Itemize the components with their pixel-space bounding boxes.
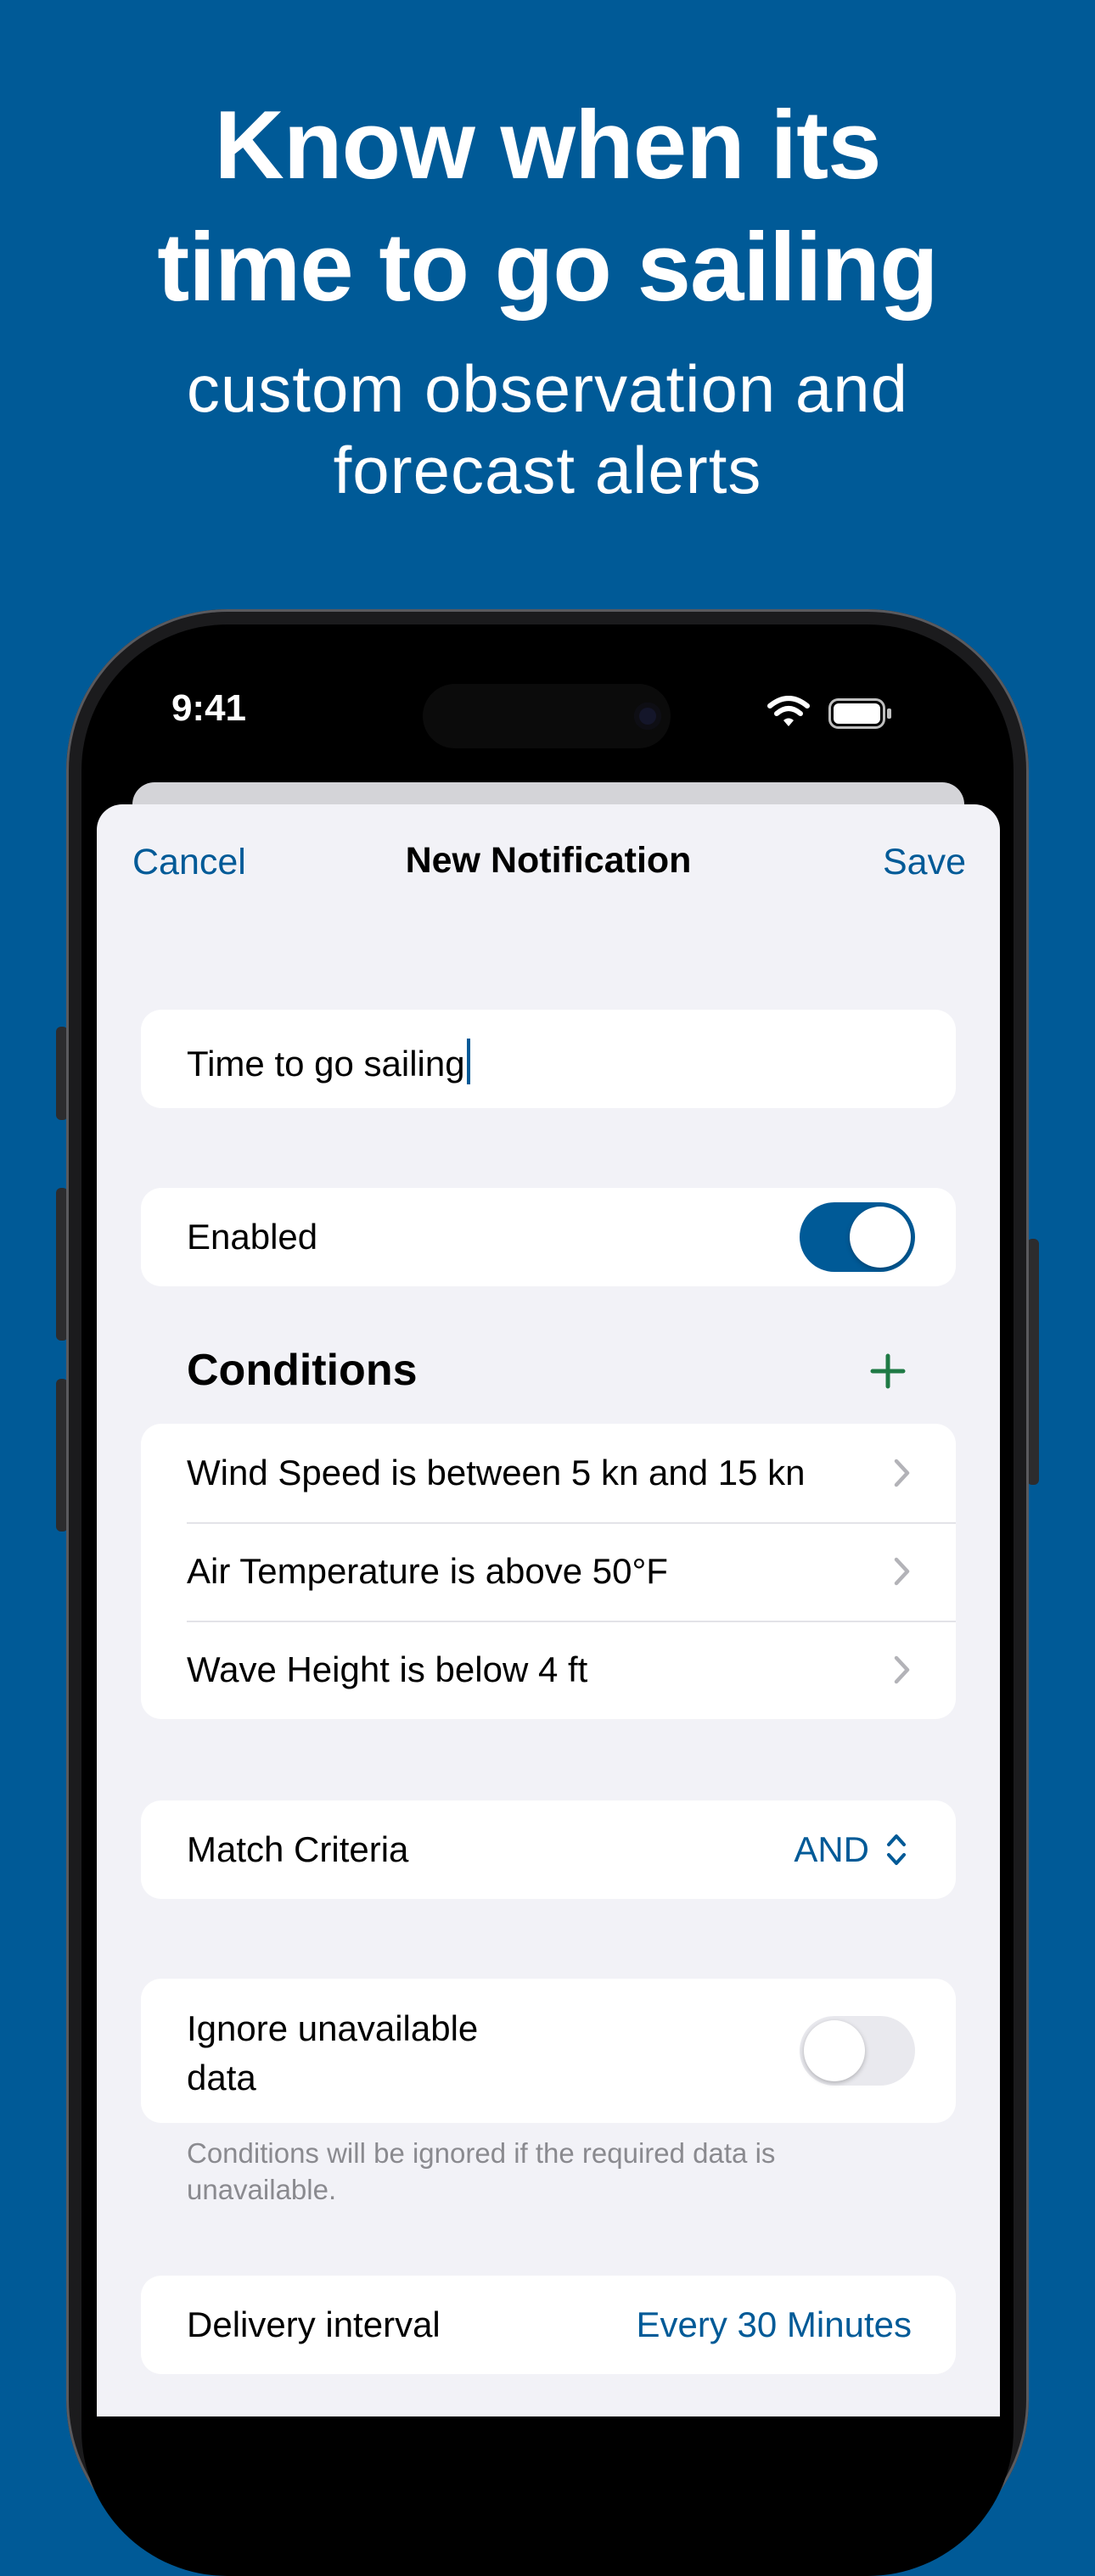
cancel-button[interactable]: Cancel	[132, 842, 246, 883]
subheadline-line-2: forecast alerts	[333, 433, 762, 507]
nav-title: New Notification	[405, 840, 692, 881]
headline-line-2: time to go sailing	[157, 214, 938, 322]
text-cursor	[466, 1039, 470, 1084]
notification-name-field[interactable]: Time to go sailing	[141, 1010, 956, 1108]
condition-row[interactable]: Air Temperature is above 50°F	[141, 1522, 956, 1621]
ignore-unavailable-row: Ignore unavailable data	[141, 1979, 956, 2123]
chevron-right-icon	[894, 1655, 910, 1684]
delivery-interval-value: Every 30 Minutes	[636, 2304, 912, 2344]
match-criteria-value: AND	[794, 1829, 869, 1869]
subheadline: custom observation and forecast alerts	[0, 348, 1095, 511]
battery-icon	[828, 698, 891, 729]
notification-name-value: Time to go sailing	[187, 1044, 465, 1084]
status-time: 9:41	[171, 687, 247, 729]
enabled-label: Enabled	[187, 1217, 318, 1257]
add-condition-icon[interactable]	[869, 1352, 907, 1390]
subheadline-line-1: custom observation and	[186, 351, 909, 426]
match-criteria-row[interactable]: Match Criteria AND	[141, 1800, 956, 1899]
delivery-interval-row[interactable]: Delivery interval Every 30 Minutes	[141, 2276, 956, 2374]
condition-row[interactable]: Wave Height is below 4 ft	[141, 1621, 956, 1719]
chevron-right-icon	[894, 1459, 910, 1487]
chevron-up-down-icon	[887, 1834, 906, 1865]
ignore-unavailable-footnote: Conditions will be ignored if the requir…	[187, 2137, 776, 2205]
conditions-list: Wind Speed is between 5 kn and 15 kn Air…	[141, 1424, 956, 1719]
condition-label: Air Temperature is above 50°F	[187, 1551, 668, 1591]
power-button	[1027, 1239, 1039, 1485]
headline: Know when its time to go sailing	[0, 85, 1095, 329]
condition-label: Wind Speed is between 5 kn and 15 kn	[187, 1453, 806, 1492]
match-criteria-label: Match Criteria	[187, 1829, 409, 1869]
ignore-unavailable-toggle[interactable]	[800, 2016, 915, 2086]
delivery-interval-label: Delivery interval	[187, 2304, 441, 2344]
save-button[interactable]: Save	[883, 842, 966, 883]
chevron-right-icon	[894, 1557, 910, 1586]
camera-icon	[634, 703, 661, 730]
condition-label: Wave Height is below 4 ft	[187, 1649, 588, 1689]
condition-row[interactable]: Wind Speed is between 5 kn and 15 kn	[141, 1424, 956, 1522]
ignore-unavailable-label: Ignore unavailable data	[187, 2008, 479, 2097]
enabled-row: Enabled	[141, 1188, 956, 1286]
wifi-icon	[767, 696, 810, 726]
headline-line-1: Know when its	[214, 92, 882, 199]
enabled-toggle-knob	[850, 1207, 911, 1268]
ignore-unavailable-toggle-knob	[804, 2020, 865, 2081]
enabled-toggle[interactable]	[800, 1202, 915, 1272]
conditions-title: Conditions	[187, 1346, 418, 1395]
